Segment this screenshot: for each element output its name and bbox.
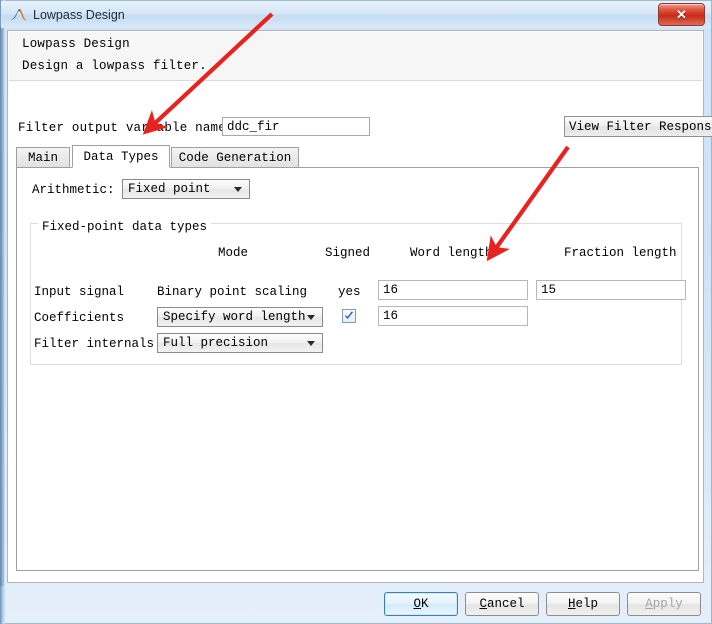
help-button[interactable]: Help (546, 592, 620, 616)
dialog-button-bar: OK Cancel Help Apply (0, 586, 712, 624)
column-header-fraction-length: Fraction length (564, 246, 677, 260)
chevron-down-icon (307, 314, 315, 320)
cancel-button[interactable]: Cancel (465, 592, 539, 616)
input-signal-signed-text: yes (338, 285, 361, 299)
row-label-input-signal: Input signal (34, 285, 125, 299)
tab-code-generation[interactable]: Code Generation (171, 147, 299, 167)
coefficients-word-length-field[interactable] (378, 306, 528, 326)
row-label-coefficients: Coefficients (34, 311, 125, 325)
ok-button[interactable]: OK (384, 592, 458, 616)
check-icon (345, 311, 353, 319)
description-heading: Lowpass Design (22, 37, 130, 51)
dialog-client-area: Lowpass Design Design a lowpass filter. … (7, 30, 712, 583)
output-variable-label: Filter output variable name: (18, 121, 234, 135)
title-bar: Lowpass Design ✕ (1, 1, 711, 28)
description-text: Design a lowpass filter. (22, 59, 207, 73)
cancel-button-label: Cancel (479, 597, 525, 611)
filter-internals-mode-dropdown[interactable]: Full precision (157, 333, 323, 353)
tab-strip: Main Data Types Code Generation (16, 145, 699, 168)
arithmetic-value: Fixed point (128, 182, 211, 196)
fixed-point-group-title: Fixed-point data types (38, 220, 212, 234)
window-left-shadow (0, 26, 4, 586)
coefficients-mode-value: Specify word length (163, 310, 306, 324)
filter-internals-mode-value: Full precision (163, 336, 269, 350)
tab-code-generation-label: Code Generation (178, 150, 292, 165)
close-button[interactable]: ✕ (658, 3, 705, 26)
view-filter-response-button[interactable]: View Filter Response (564, 116, 712, 137)
arithmetic-dropdown[interactable]: Fixed point (122, 179, 250, 199)
tab-main-label: Main (27, 150, 58, 165)
input-signal-fraction-length-field[interactable] (536, 280, 686, 300)
close-icon: ✕ (676, 7, 687, 22)
column-header-word-length: Word length (410, 246, 493, 260)
tab-main[interactable]: Main (16, 147, 70, 167)
output-variable-input[interactable] (222, 117, 370, 136)
input-signal-mode-text: Binary point scaling (157, 285, 308, 299)
coefficients-signed-checkbox[interactable] (342, 309, 356, 323)
row-label-filter-internals: Filter internals (34, 337, 155, 351)
chevron-down-icon (307, 340, 315, 346)
apply-button-label: Apply (645, 597, 683, 611)
column-header-mode: Mode (218, 246, 249, 260)
tab-data-types[interactable]: Data Types (72, 145, 170, 168)
lowpass-design-dialog: Lowpass Design ✕ Lowpass Design Design a… (0, 0, 712, 624)
window-title: Lowpass Design (33, 7, 125, 22)
view-filter-response-label: View Filter Response (569, 119, 712, 134)
chevron-down-icon (234, 186, 242, 192)
help-button-label: Help (567, 597, 599, 611)
matlab-membrane-icon (9, 7, 27, 23)
input-signal-word-length-field[interactable] (378, 280, 528, 300)
coefficients-mode-dropdown[interactable]: Specify word length (157, 307, 323, 327)
column-header-signed: Signed (325, 246, 371, 260)
ok-button-label: OK (413, 597, 429, 611)
arithmetic-label: Arithmetic: (32, 183, 115, 197)
tab-data-types-label: Data Types (83, 149, 159, 164)
apply-button: Apply (627, 592, 701, 616)
